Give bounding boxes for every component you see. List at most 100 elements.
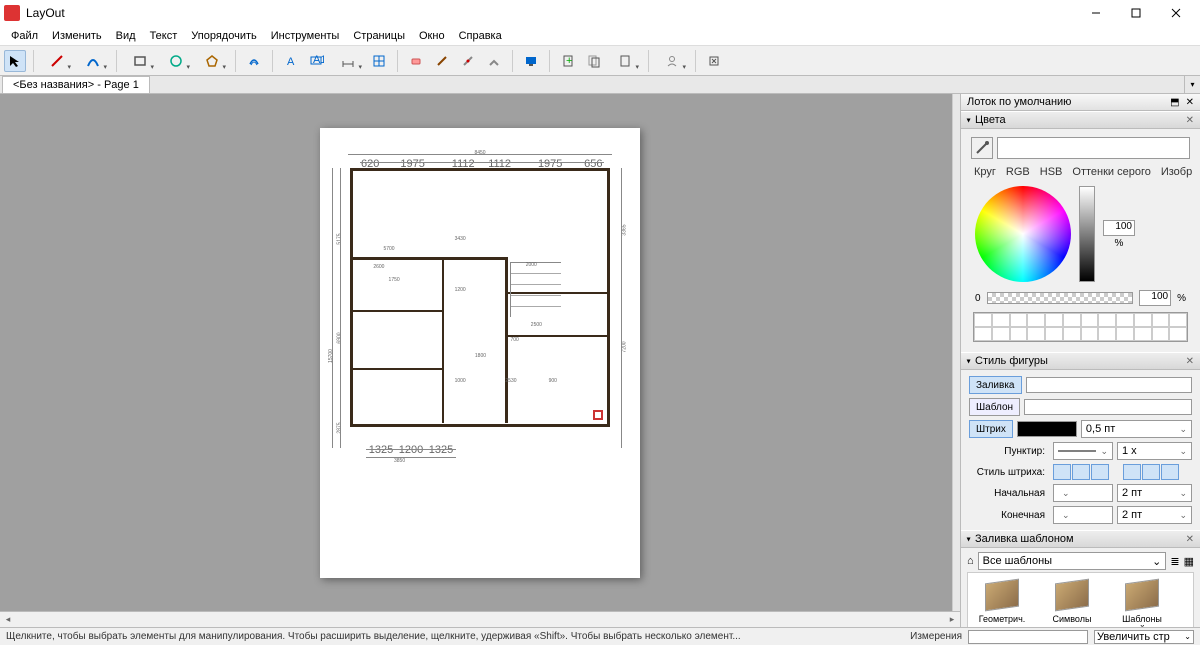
scroll-left-arrow[interactable]: ◂ — [0, 614, 16, 625]
menu-edit[interactable]: Изменить — [45, 28, 109, 44]
current-color-swatch[interactable] — [997, 137, 1190, 159]
select-tool[interactable] — [4, 50, 26, 72]
erase-tool[interactable] — [405, 50, 427, 72]
tray-autohide-icon[interactable]: ⬒ — [1170, 97, 1179, 108]
menu-tools[interactable]: Инструменты — [264, 28, 347, 44]
circle-tool[interactable] — [160, 50, 192, 72]
panel-patternfill-body: ⌂ Все шаблоны⌄ ≣ ▦ Геометрич. плитки Сим… — [961, 548, 1200, 627]
color-swatch-grid[interactable] — [973, 312, 1188, 342]
maximize-button[interactable] — [1116, 0, 1156, 26]
dash-pattern-combo[interactable] — [1053, 442, 1113, 460]
fill-toggle-button[interactable]: Заливка — [969, 376, 1022, 394]
stroke-color-swatch[interactable] — [1017, 421, 1077, 437]
scroll-right-arrow[interactable]: ▸ — [944, 614, 960, 625]
duplicate-page-button[interactable] — [583, 50, 605, 72]
pattern-swatch[interactable] — [1024, 399, 1192, 415]
brightness-slider[interactable] — [1079, 186, 1095, 282]
pattern-toggle-button[interactable]: Шаблон — [969, 398, 1020, 416]
pattern-folder-item[interactable]: Геометрич. плитки — [974, 581, 1030, 627]
horizontal-scrollbar[interactable]: ◂ ▸ — [0, 611, 960, 627]
color-tab-rgb[interactable]: RGB — [1003, 165, 1033, 180]
panel-patternfill-header[interactable]: Заливка шаблоном ✕ — [961, 530, 1200, 548]
dim-overall-height: 15700 — [328, 349, 334, 363]
dimension-tool[interactable] — [332, 50, 364, 72]
tab-dropdown[interactable]: ▾ — [1184, 76, 1200, 93]
document-tab[interactable]: <Без названия> - Page 1 — [2, 76, 150, 93]
offset-tool[interactable] — [243, 50, 265, 72]
color-tab-gray[interactable]: Оттенки серого — [1069, 165, 1153, 180]
eyedropper-button[interactable] — [971, 137, 993, 159]
tray-title[interactable]: Лоток по умолчанию ⬒ ✕ — [961, 94, 1200, 111]
start-arrow-label: Начальная — [969, 488, 1049, 499]
panel-patternfill-title: Заливка шаблоном — [975, 533, 1074, 545]
join-tool[interactable] — [483, 50, 505, 72]
folder-icon — [1055, 579, 1089, 612]
cap-style-buttons[interactable] — [1053, 464, 1109, 480]
measure-field[interactable] — [968, 630, 1088, 644]
panel-colors-close-icon[interactable]: ✕ — [1186, 115, 1194, 126]
menu-arrange[interactable]: Упорядочить — [184, 28, 263, 44]
close-button[interactable] — [1156, 0, 1196, 26]
panel-shapestyle-body: Заливка Шаблон Штрих 0,5 пт Пунктир: 1 x… — [961, 370, 1200, 530]
join-style-buttons[interactable] — [1123, 464, 1179, 480]
titlebar: LayOut — [0, 0, 1200, 26]
add-page-button[interactable]: + — [557, 50, 579, 72]
rectangle-tool[interactable] — [124, 50, 156, 72]
user-button[interactable] — [656, 50, 688, 72]
style-tool[interactable] — [431, 50, 453, 72]
zoom-combo[interactable]: Увеличить стр — [1094, 630, 1194, 644]
panel-colors-title: Цвета — [975, 114, 1006, 126]
line-tool[interactable] — [41, 50, 73, 72]
menu-text[interactable]: Текст — [143, 28, 185, 44]
opacity-slider[interactable] — [987, 292, 1134, 304]
start-arrow-combo[interactable] — [1053, 484, 1113, 502]
color-wheel[interactable] — [975, 186, 1071, 282]
split-tool[interactable] — [457, 50, 479, 72]
menu-help[interactable]: Справка — [452, 28, 509, 44]
page-nav-button[interactable] — [609, 50, 641, 72]
start-arrow-size-combo[interactable]: 2 пт — [1117, 484, 1192, 502]
end-arrow-combo[interactable] — [1053, 506, 1113, 524]
home-icon[interactable]: ⌂ — [967, 555, 974, 567]
polygon-tool[interactable] — [196, 50, 228, 72]
label-tool[interactable]: A1 — [306, 50, 328, 72]
color-tab-wheel[interactable]: Круг — [971, 165, 999, 180]
menu-file[interactable]: Файл — [4, 28, 45, 44]
minimize-button[interactable] — [1076, 0, 1116, 26]
panel-colors-body: Круг RGB HSB Оттенки серого Изобр ▸ 100 … — [961, 129, 1200, 352]
menu-pages[interactable]: Страницы — [346, 28, 412, 44]
menu-view[interactable]: Вид — [109, 28, 143, 44]
tray-title-label: Лоток по умолчанию — [967, 96, 1071, 108]
tray-close-icon[interactable]: ✕ — [1186, 97, 1194, 108]
panel-patternfill-close-icon[interactable]: ✕ — [1186, 534, 1194, 545]
menu-window[interactable]: Окно — [412, 28, 452, 44]
arc-tool[interactable] — [77, 50, 109, 72]
page[interactable]: 8450 620 1975 1112 1112 1975 656 — [320, 128, 640, 578]
table-tool[interactable] — [368, 50, 390, 72]
dash-scale-combo[interactable]: 1 x — [1117, 442, 1192, 460]
opacity-input[interactable]: 100 — [1139, 290, 1171, 306]
panel-shapestyle-close-icon[interactable]: ✕ — [1186, 356, 1194, 367]
list-view-icon[interactable]: ≣ — [1170, 555, 1179, 568]
pattern-folder-item[interactable]: Символы материалов — [1044, 581, 1100, 627]
stroke-toggle-button[interactable]: Штрих — [969, 420, 1013, 438]
presentation-tool[interactable] — [520, 50, 542, 72]
pattern-folder-item[interactable]: Шаблоны сайта — [1114, 581, 1170, 627]
pattern-folder-combo[interactable]: Все шаблоны⌄ — [978, 552, 1167, 570]
panel-colors-header[interactable]: Цвета ✕ — [961, 111, 1200, 129]
dash-label: Пунктир: — [969, 446, 1049, 457]
brightness-input[interactable]: 100 — [1103, 220, 1135, 236]
document-tab-label: <Без названия> - Page 1 — [13, 79, 139, 91]
toolbar-overflow[interactable] — [703, 50, 725, 72]
color-tab-hsb[interactable]: HSB — [1037, 165, 1066, 180]
grid-view-icon[interactable]: ▦ — [1184, 555, 1194, 568]
canvas-area[interactable]: 8450 620 1975 1112 1112 1975 656 — [0, 94, 960, 627]
color-tab-image[interactable]: Изобр — [1158, 165, 1194, 180]
text-tool[interactable]: A — [280, 50, 302, 72]
end-arrow-size-combo[interactable]: 2 пт — [1117, 506, 1192, 524]
fill-color-swatch[interactable] — [1026, 377, 1193, 393]
svg-text:+: + — [566, 55, 572, 67]
stroke-width-combo[interactable]: 0,5 пт — [1081, 420, 1192, 438]
end-arrow-label: Конечная — [969, 510, 1049, 521]
panel-shapestyle-header[interactable]: Стиль фигуры ✕ — [961, 352, 1200, 370]
